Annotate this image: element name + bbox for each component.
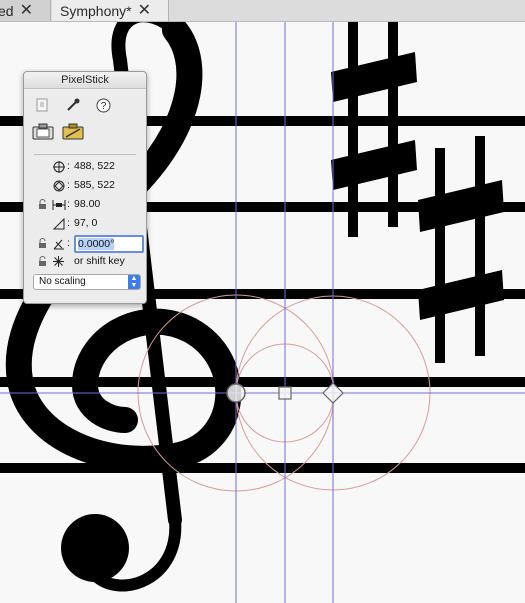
tab-untitled[interactable]: ed ✕	[0, 0, 51, 21]
delta-row: : 97, 0	[24, 217, 146, 231]
crosshair-diamond-icon	[53, 180, 65, 195]
distance-row: : 98.00	[24, 198, 146, 212]
distance-value: 98.00	[74, 198, 101, 210]
tab-bar: ed ✕ Symphony* ✕	[0, 0, 525, 22]
staff-line	[0, 463, 525, 473]
distance-icon	[52, 200, 66, 213]
scaling-value: No scaling	[39, 276, 86, 287]
end-point-value: 585, 522	[74, 179, 115, 191]
lock-hint-row: or shift key	[24, 255, 146, 269]
clipboard-icon[interactable]	[36, 98, 48, 115]
sharp-icon	[418, 136, 504, 363]
lock-icon[interactable]	[38, 238, 47, 252]
eyedropper-icon[interactable]	[66, 98, 80, 115]
panel-title: PixelStick	[24, 72, 146, 89]
ruler-camera-icon[interactable]	[62, 123, 84, 143]
tool-row-1: ?	[24, 98, 146, 114]
delta-value: 97, 0	[74, 217, 98, 229]
lock-hint-text: or shift key	[74, 255, 125, 267]
close-icon[interactable]: ✕	[20, 2, 33, 19]
start-point-row: : 488, 522	[24, 160, 146, 174]
angle-input[interactable]: 0.0000°	[74, 235, 144, 253]
crosshair-circle-icon	[53, 161, 65, 176]
start-handle[interactable]	[226, 383, 246, 403]
close-icon[interactable]: ✕	[138, 2, 151, 19]
pixelstick-panel: PixelStick ? : 488, 522 : 585, 522: 98.…	[23, 71, 147, 304]
angle-row: : 0.0000°	[24, 235, 146, 253]
scaling-select[interactable]: No scaling ▲ ▼	[33, 274, 141, 290]
start-point-value: 488, 522	[74, 160, 115, 172]
delta-icon	[52, 217, 65, 233]
svg-text:?: ?	[101, 101, 107, 112]
mid-handle[interactable]	[278, 386, 292, 400]
angle-icon	[53, 239, 65, 253]
asterisk-icon	[53, 256, 64, 270]
help-icon[interactable]: ?	[96, 98, 111, 116]
tool-row-2	[24, 123, 146, 141]
tab-label: ed	[0, 2, 14, 19]
lock-icon[interactable]	[38, 256, 47, 270]
separator	[34, 154, 136, 155]
tab-label: Symphony*	[60, 2, 132, 19]
lock-open-icon[interactable]	[38, 199, 47, 213]
camera-icon[interactable]	[32, 123, 54, 143]
end-point-row: : 585, 522	[24, 179, 146, 193]
tab-symphony[interactable]: Symphony* ✕	[52, 0, 169, 21]
chevron-updown-icon: ▲ ▼	[128, 275, 140, 289]
